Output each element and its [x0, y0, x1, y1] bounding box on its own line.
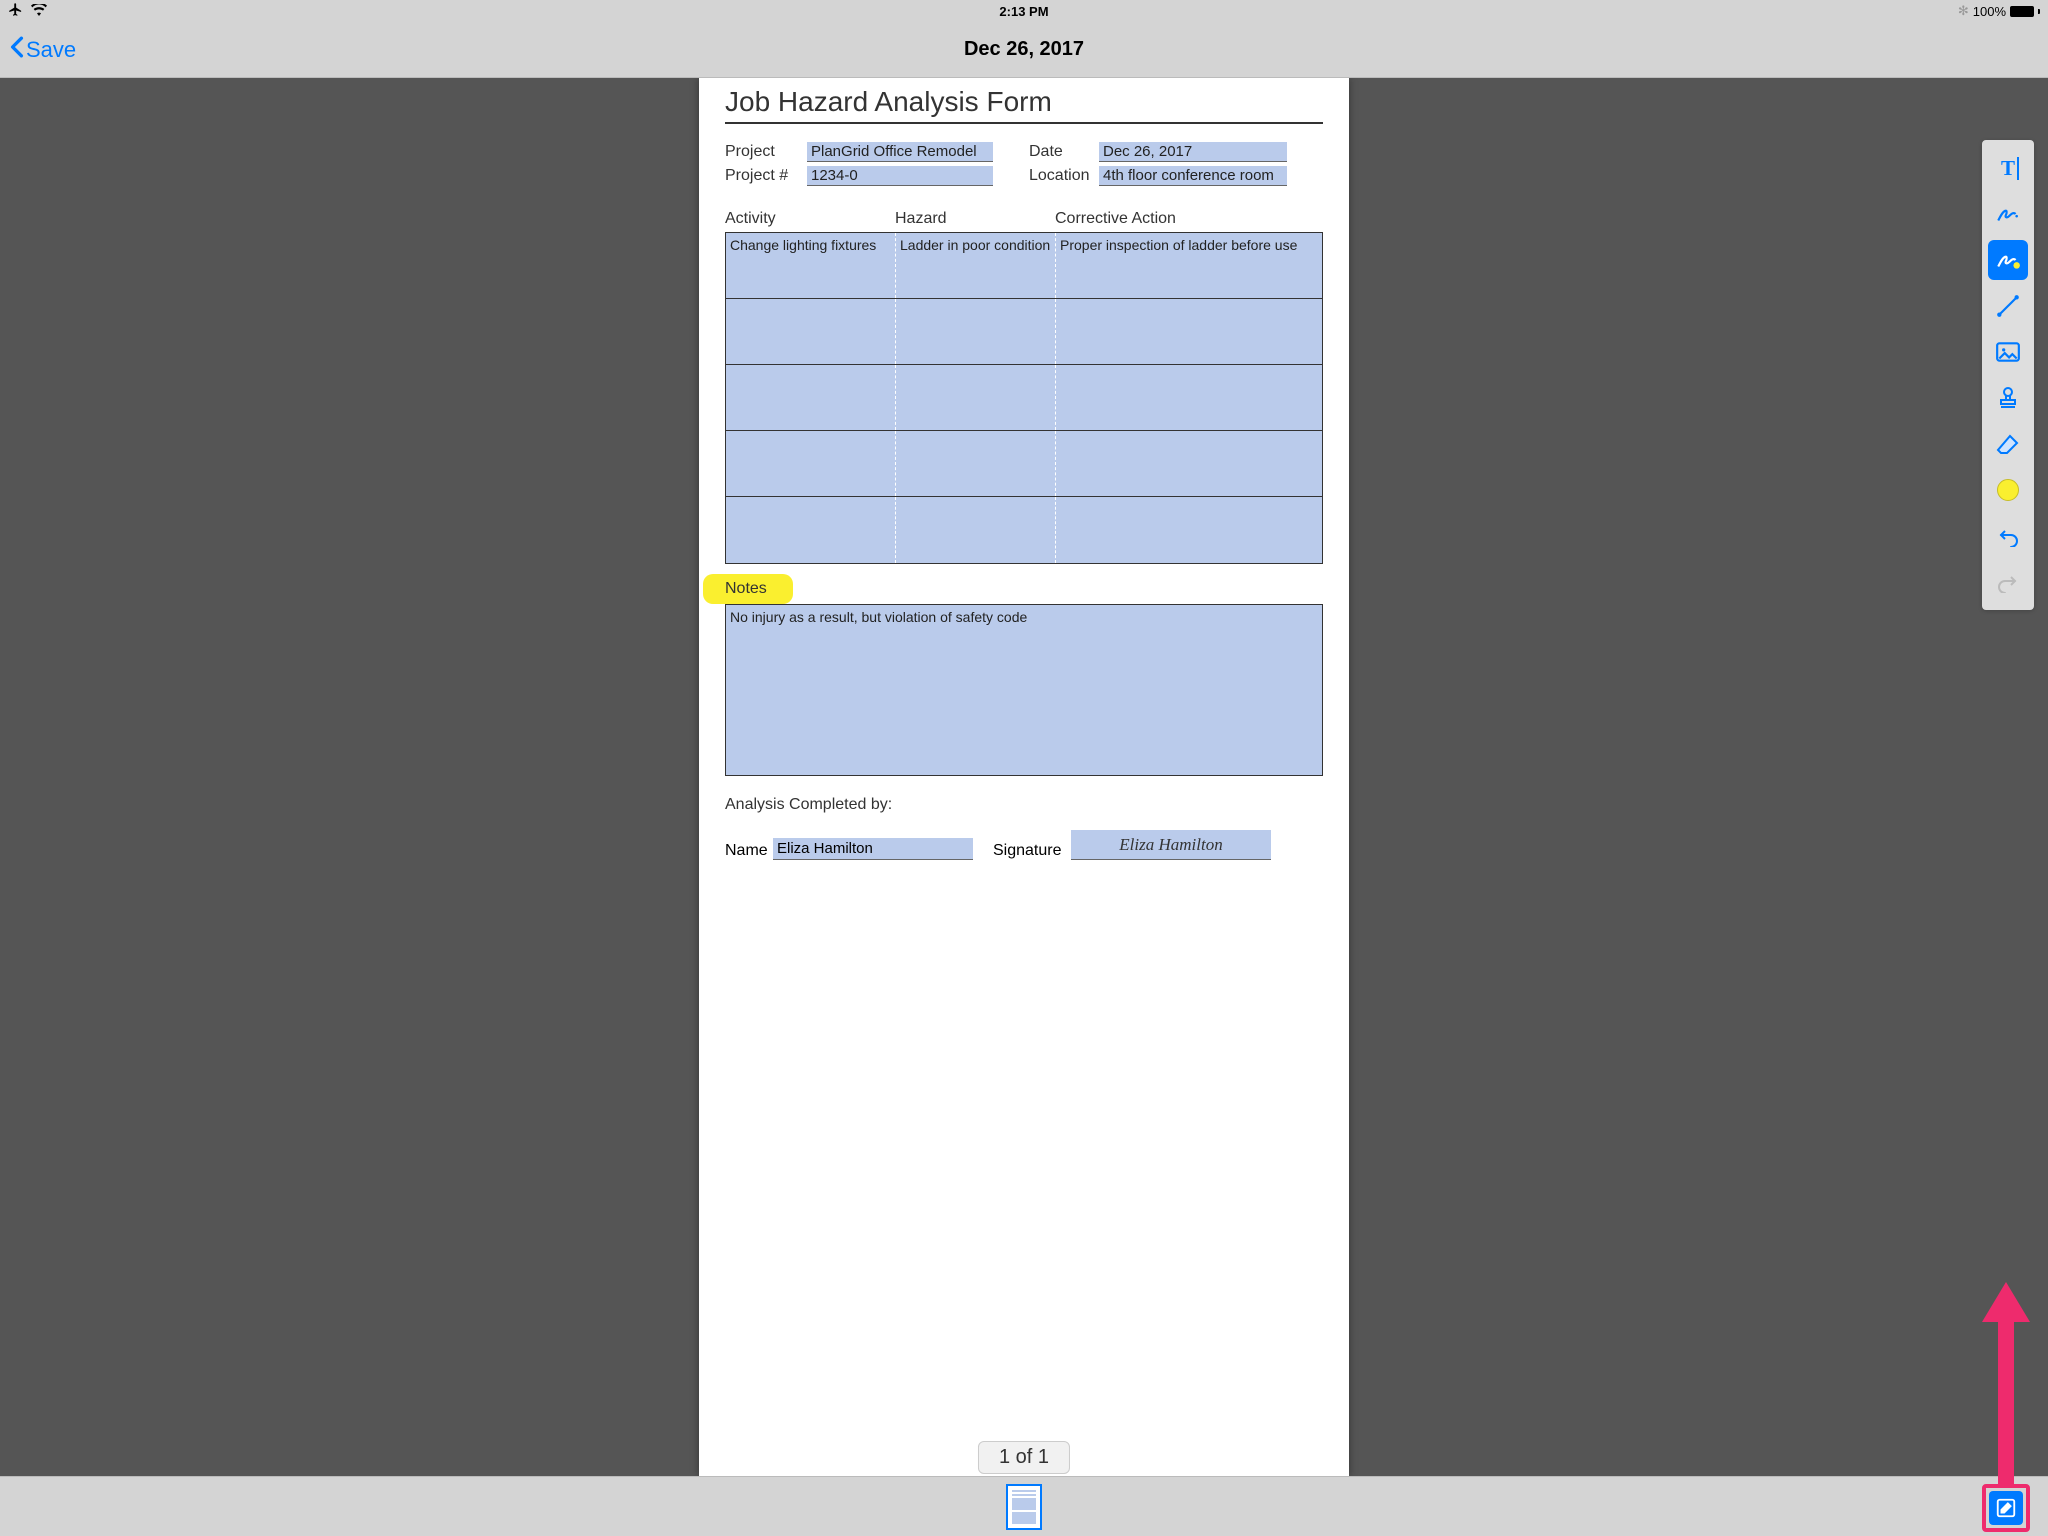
image-tool-button[interactable]: [1988, 332, 2028, 372]
bluetooth-icon: ✻: [1958, 3, 1969, 19]
signature-field[interactable]: Eliza Hamilton: [1071, 830, 1271, 860]
eraser-tool-button[interactable]: [1988, 424, 2028, 464]
activity-cell[interactable]: [726, 299, 896, 364]
project-field[interactable]: PlanGrid Office Remodel: [807, 142, 993, 162]
corrective-cell[interactable]: [1056, 431, 1322, 496]
signer-name-field[interactable]: Eliza Hamilton: [773, 838, 973, 860]
corrective-cell[interactable]: [1056, 299, 1322, 364]
highlighter-tool-button[interactable]: [1988, 240, 2028, 280]
table-row[interactable]: [726, 497, 1322, 563]
date-label: Date: [1029, 143, 1099, 161]
page-title: Dec 26, 2017: [964, 38, 1084, 61]
page-indicator: 1 of 1: [978, 1441, 1070, 1474]
page-thumbnail[interactable]: [1006, 1484, 1042, 1530]
signature-label: Signature: [993, 842, 1071, 860]
corrective-cell[interactable]: [1056, 497, 1322, 563]
color-swatch-icon: [1997, 479, 2019, 501]
stamp-icon: [1996, 385, 2020, 411]
redo-icon: [1996, 571, 2020, 593]
form-title: Job Hazard Analysis Form: [725, 86, 1323, 124]
date-field[interactable]: Dec 26, 2017: [1099, 142, 1287, 162]
projectnum-label: Project #: [725, 167, 807, 185]
document-viewport[interactable]: Job Hazard Analysis Form Project PlanGri…: [0, 78, 2048, 1476]
image-icon: [1995, 341, 2021, 363]
table-row[interactable]: Change lighting fixtures Ladder in poor …: [726, 233, 1322, 299]
projectnum-field[interactable]: 1234-0: [807, 166, 993, 186]
highlighter-icon: [1995, 247, 2021, 273]
location-field[interactable]: 4th floor conference room: [1099, 166, 1287, 186]
nav-bar: Save Dec 26, 2017: [0, 22, 2048, 78]
corrective-cell[interactable]: Proper inspection of ladder before use: [1056, 233, 1322, 298]
signature-icon: [1995, 201, 2021, 227]
hazard-header: Hazard: [895, 210, 1055, 228]
text-tool-button[interactable]: T: [1988, 148, 2028, 188]
activity-cell[interactable]: Change lighting fixtures: [726, 233, 896, 298]
activity-cell[interactable]: [726, 431, 896, 496]
undo-icon: [1996, 525, 2020, 547]
corrective-header: Corrective Action: [1055, 210, 1323, 228]
airplane-icon: [8, 2, 23, 20]
hazard-cell[interactable]: [896, 365, 1056, 430]
notes-label: Notes: [725, 580, 1323, 598]
hazard-cell[interactable]: [896, 431, 1056, 496]
status-bar: 2:13 PM ✻ 100%: [0, 0, 2048, 22]
table-row[interactable]: [726, 365, 1322, 431]
freehand-tool-button[interactable]: [1988, 194, 2028, 234]
hazard-table: Change lighting fixtures Ladder in poor …: [725, 232, 1323, 564]
notes-field[interactable]: No injury as a result, but violation of …: [725, 604, 1323, 776]
annotation-toolbar: T: [1982, 140, 2034, 610]
activity-cell[interactable]: [726, 497, 896, 563]
eraser-icon: [1995, 433, 2021, 455]
chevron-left-icon: [10, 36, 24, 64]
project-label: Project: [725, 143, 807, 161]
battery-icon: [2010, 6, 2034, 17]
back-label: Save: [26, 37, 76, 63]
battery-percent: 100%: [1973, 4, 2006, 19]
stamp-tool-button[interactable]: [1988, 378, 2028, 418]
activity-header: Activity: [725, 210, 895, 228]
undo-button[interactable]: [1988, 516, 2028, 556]
hazard-cell[interactable]: Ladder in poor condition: [896, 233, 1056, 298]
location-label: Location: [1029, 167, 1099, 185]
table-row[interactable]: [726, 299, 1322, 365]
signer-name-label: Name: [725, 842, 773, 860]
line-tool-button[interactable]: [1988, 286, 2028, 326]
status-time: 2:13 PM: [999, 4, 1048, 19]
color-picker-button[interactable]: [1988, 470, 2028, 510]
table-row[interactable]: [726, 431, 1322, 497]
line-icon: [1995, 293, 2021, 319]
corrective-cell[interactable]: [1056, 365, 1322, 430]
bottom-bar: [0, 1476, 2048, 1536]
document-page[interactable]: Job Hazard Analysis Form Project PlanGri…: [699, 78, 1349, 1476]
redo-button[interactable]: [1988, 562, 2028, 602]
wifi-icon: [31, 4, 47, 19]
hazard-cell[interactable]: [896, 299, 1056, 364]
activity-cell[interactable]: [726, 365, 896, 430]
text-icon: T: [2001, 156, 2015, 181]
completed-label: Analysis Completed by:: [725, 796, 1323, 814]
back-button[interactable]: Save: [10, 36, 76, 64]
hazard-cell[interactable]: [896, 497, 1056, 563]
